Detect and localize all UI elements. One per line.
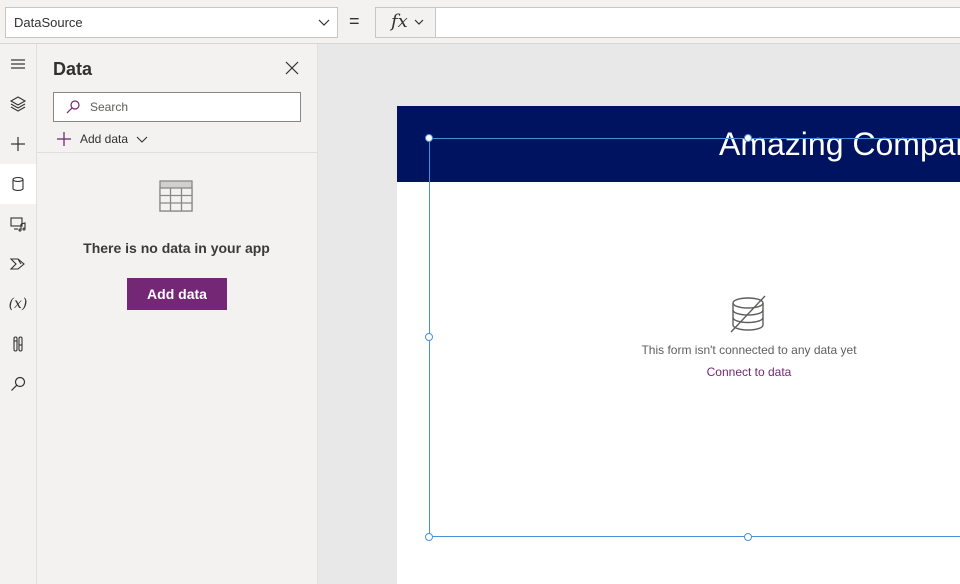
menu-icon [11, 59, 25, 69]
advanced-tools-button[interactable] [0, 324, 36, 364]
formula-input[interactable] [435, 7, 960, 38]
add-data-link[interactable]: Add data [56, 130, 148, 148]
advanced-tools-icon [13, 336, 23, 352]
insert-button[interactable] [0, 124, 36, 164]
property-value: DataSource [14, 15, 83, 30]
search-button[interactable] [0, 364, 36, 404]
variables-button[interactable]: (x) [0, 284, 36, 324]
data-panel: Data Add data There is no data in your a… [37, 44, 318, 584]
resize-handle-top[interactable] [744, 134, 752, 142]
tree-view-icon [9, 96, 27, 112]
chevron-down-icon [414, 19, 424, 25]
search-icon [66, 100, 80, 114]
chevron-down-icon [136, 136, 148, 143]
formula-bar: DataSource = fx [0, 0, 960, 44]
left-rail: (x) [0, 44, 37, 584]
resize-handle-top-left[interactable] [425, 134, 433, 142]
table-icon [159, 180, 193, 212]
resize-handle-bottom-left[interactable] [425, 533, 433, 541]
empty-state-message: There is no data in your app [83, 240, 270, 256]
tree-view-button[interactable] [0, 84, 36, 124]
close-icon[interactable] [282, 58, 302, 78]
resize-handle-bottom[interactable] [744, 533, 752, 541]
search-box[interactable] [53, 92, 301, 122]
insert-icon [11, 137, 25, 151]
divider [37, 152, 318, 153]
data-button[interactable] [0, 164, 36, 204]
add-data-link-label: Add data [80, 132, 129, 146]
chevron-down-icon [318, 19, 330, 26]
search-icon [11, 376, 26, 391]
form-selection-box[interactable] [429, 138, 960, 537]
equals-sign: = [349, 11, 360, 31]
canvas: Amazing Company This form isn't connecte… [318, 44, 960, 584]
search-input[interactable] [90, 98, 290, 116]
variables-icon: (x) [8, 296, 28, 312]
property-dropdown[interactable]: DataSource [5, 7, 338, 38]
plus-icon [57, 132, 71, 146]
fx-button[interactable]: fx [375, 7, 435, 38]
resize-handle-left[interactable] [425, 333, 433, 341]
fx-label: fx [391, 11, 408, 32]
power-automate-button[interactable] [0, 244, 36, 284]
power-automate-icon [9, 258, 25, 270]
add-data-button[interactable]: Add data [127, 278, 227, 310]
media-icon [10, 217, 26, 232]
panel-title: Data [53, 59, 93, 79]
media-button[interactable] [0, 204, 36, 244]
data-icon [12, 176, 24, 192]
menu-button[interactable] [0, 44, 36, 84]
